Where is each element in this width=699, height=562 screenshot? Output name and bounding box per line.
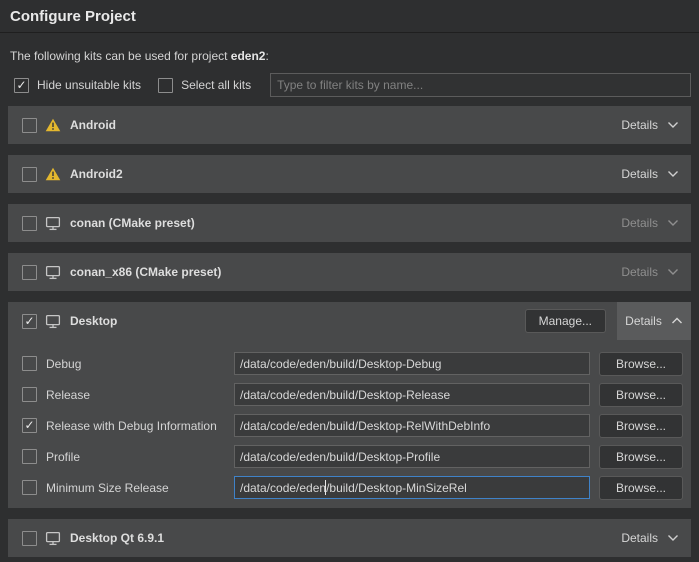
build-config-row-release: Release Browse... [22,383,683,406]
hide-unsuitable-kits-checkbox[interactable]: Hide unsuitable kits [14,78,141,93]
warning-icon [45,118,61,132]
details-toggle[interactable]: Details [609,155,691,193]
build-config-row-debug: Debug Browse... [22,352,683,375]
warning-icon [45,167,61,181]
config-label: Release with Debug Information [46,419,234,433]
build-config-row-profile: Profile Browse... [22,445,683,468]
chevron-down-icon [667,170,679,178]
browse-button[interactable]: Browse... [599,445,683,469]
kit-row-conan: conan (CMake preset) Details [8,204,691,242]
kit-row-android: Android Details [8,106,691,144]
build-dir-input-focused[interactable] [234,476,590,499]
checkbox-checked-icon[interactable] [14,78,29,93]
details-toggle[interactable]: Details [609,106,691,144]
checkbox-unchecked-icon[interactable] [158,78,173,93]
kit-section-desktop: Desktop Manage... Details Debug Browse..… [8,302,691,508]
details-toggle[interactable]: Details [617,302,691,340]
browse-button[interactable]: Browse... [599,476,683,500]
chevron-down-icon [667,121,679,129]
kit-name: conan (CMake preset) [70,216,195,230]
chevron-up-icon [671,317,683,325]
kit-row-conan-x86: conan_x86 (CMake preset) Details [8,253,691,291]
kit-row-android2: Android2 Details [8,155,691,193]
select-all-kits-checkbox[interactable]: Select all kits [158,78,251,93]
kit-checkbox[interactable] [22,531,37,546]
chevron-down-icon [667,219,679,227]
hide-unsuitable-kits-label: Hide unsuitable kits [37,78,141,92]
details-toggle[interactable]: Details [609,519,691,557]
build-config-list: Debug Browse... Release Browse... Releas… [8,340,691,508]
build-dir-input[interactable] [234,445,590,468]
config-checkbox[interactable] [22,356,37,371]
desktop-icon [45,216,61,231]
project-name: eden2 [231,49,266,63]
select-all-kits-label: Select all kits [181,78,251,92]
kit-checkbox[interactable] [22,118,37,133]
text-cursor [325,480,326,495]
kit-row-desktop: Desktop Manage... Details [8,302,691,340]
build-dir-input[interactable] [234,414,590,437]
filter-bar: Hide unsuitable kits Select all kits [14,73,691,97]
chevron-down-icon [667,534,679,542]
kit-name: Android2 [70,167,123,181]
browse-button[interactable]: Browse... [599,352,683,376]
config-checkbox[interactable] [22,449,37,464]
configure-project-page: { "header": { "title": "Configure Projec… [0,0,699,562]
build-config-row-minsizerel: Minimum Size Release Browse... [22,476,683,499]
kit-checkbox[interactable] [22,216,37,231]
details-toggle[interactable]: Details [609,253,691,291]
details-toggle[interactable]: Details [609,204,691,242]
kit-list: Android Details Android2 Details conan (… [0,106,699,562]
kit-name: Android [70,118,116,132]
kit-name: Desktop Qt 6.9.1 [70,531,164,545]
page-title: Configure Project [0,0,699,33]
kit-name: conan_x86 (CMake preset) [70,265,221,279]
config-checkbox[interactable] [22,480,37,495]
kits-intro-text: The following kits can be used for proje… [10,49,689,64]
kit-row-desktop-qt: Desktop Qt 6.9.1 Details [8,519,691,557]
build-config-row-relwithdebinfo: Release with Debug Information Browse... [22,414,683,437]
build-dir-input[interactable] [234,352,590,375]
chevron-down-icon [667,268,679,276]
config-checkbox[interactable] [22,418,37,433]
config-label: Minimum Size Release [46,481,234,495]
kit-filter-input[interactable] [270,73,691,97]
config-checkbox[interactable] [22,387,37,402]
config-label: Release [46,388,234,402]
manage-kits-button[interactable]: Manage... [525,309,606,333]
kit-checkbox[interactable] [22,167,37,182]
desktop-icon [45,314,61,329]
desktop-icon [45,531,61,546]
config-label: Profile [46,450,234,464]
kit-name: Desktop [70,314,117,328]
kit-checkbox[interactable] [22,265,37,280]
config-label: Debug [46,357,234,371]
browse-button[interactable]: Browse... [599,383,683,407]
build-dir-input[interactable] [234,383,590,406]
desktop-icon [45,265,61,280]
browse-button[interactable]: Browse... [599,414,683,438]
kit-checkbox[interactable] [22,314,37,329]
